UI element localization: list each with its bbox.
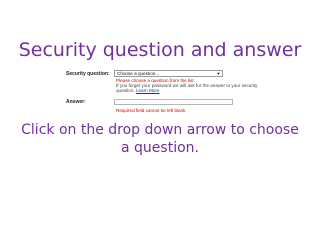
slide: Security question and answer Security qu… [0,0,320,240]
answer-input[interactable] [114,99,233,105]
security-question-select[interactable]: Choose a question... ▼ [114,70,223,77]
chevron-down-icon[interactable]: ▼ [216,71,221,76]
security-question-label: Security question: [66,71,110,77]
instruction-line-2: a question. [121,140,199,156]
answer-label: Answer: [66,99,86,105]
security-question-form: Security question: Choose a question... … [56,67,257,119]
learn-more-link[interactable]: Learn More [136,88,160,93]
help-text-line-2: question. Learn More [116,88,159,93]
answer-error: Required field cannot be left blank [116,108,186,113]
security-question-select-value: Choose a question... [117,71,160,76]
slide-title: Security question and answer [18,39,302,61]
instruction-line-1: Click on the drop down arrow to choose [21,122,299,138]
help-text-question: question. [116,88,135,93]
